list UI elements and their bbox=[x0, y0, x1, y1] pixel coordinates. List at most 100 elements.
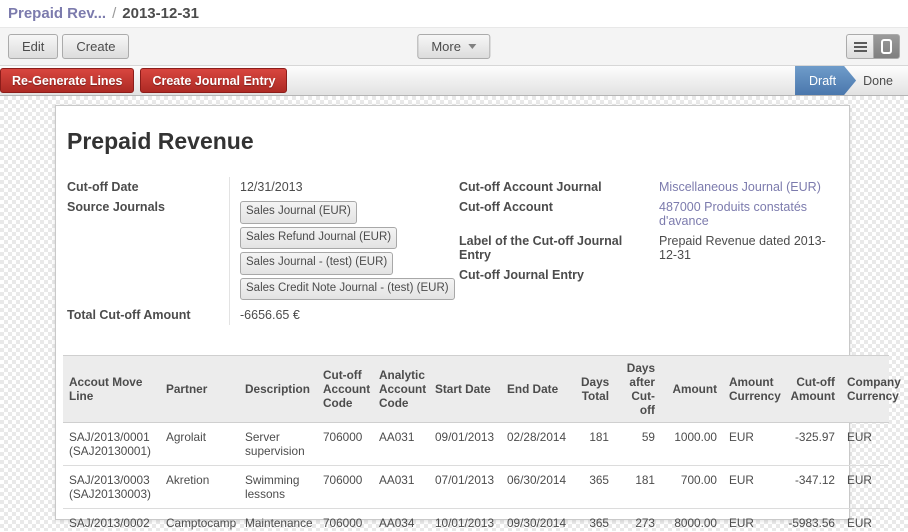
field-group-left: Cut-off Date 12/31/2013 Source Journals … bbox=[67, 177, 459, 325]
column-header[interactable]: Amount bbox=[661, 356, 723, 423]
table-cell: 06/30/2014 bbox=[501, 466, 575, 509]
table-cell: EUR bbox=[723, 423, 781, 466]
page-title: Prepaid Revenue bbox=[67, 128, 849, 155]
table-cell: SAJ/2013/0001 (SAJ20130001) bbox=[63, 423, 160, 466]
table-cell: Camptocamp bbox=[160, 509, 239, 532]
field-source-journals: Source Journals Sales Journal (EUR)Sales… bbox=[67, 197, 459, 305]
more-dropdown-button[interactable]: More bbox=[417, 34, 490, 59]
breadcrumb-current: 2013-12-31 bbox=[122, 5, 199, 22]
journal-tag: Sales Journal - (test) (EUR) bbox=[240, 252, 393, 275]
table-cell: 07/01/2013 bbox=[429, 466, 501, 509]
field-label: Cut-off Account Journal bbox=[459, 177, 659, 197]
field-label: Cut-off Account bbox=[459, 197, 659, 231]
field-label: Label of the Cut-off Journal Entry bbox=[459, 231, 659, 265]
table-cell: 181 bbox=[615, 466, 661, 509]
breadcrumb: Prepaid Rev... / 2013-12-31 bbox=[0, 0, 908, 27]
table-header-row: Accout Move LinePartnerDescriptionCut-of… bbox=[63, 356, 889, 423]
table-row[interactable]: SAJ/2013/0003 (SAJ20130003)AkretionSwimm… bbox=[63, 466, 889, 509]
state-draft: Draft bbox=[795, 66, 856, 95]
table-cell: Server supervision bbox=[239, 423, 317, 466]
field-group-right: Cut-off Account Journal Miscellaneous Jo… bbox=[459, 177, 839, 325]
table-cell: -325.97 bbox=[781, 423, 841, 466]
column-header[interactable]: End Date bbox=[501, 356, 575, 423]
list-view-button[interactable] bbox=[846, 34, 873, 59]
state-indicator: Draft Done bbox=[795, 66, 908, 95]
table-cell: 365 bbox=[575, 509, 615, 532]
field-journal-entry-label: Label of the Cut-off Journal Entry Prepa… bbox=[459, 231, 839, 265]
more-dropdown-label: More bbox=[431, 39, 461, 54]
cutoff-account-link[interactable]: 487000 Produits constatés d'avance bbox=[659, 197, 837, 231]
breadcrumb-separator: / bbox=[112, 5, 116, 22]
column-header[interactable]: Accout Move Line bbox=[63, 356, 160, 423]
table-cell: 8000.00 bbox=[661, 509, 723, 532]
column-header[interactable]: Company Currency bbox=[841, 356, 889, 423]
content-area: Prepaid Revenue Cut-off Date 12/31/2013 … bbox=[0, 96, 908, 531]
column-header[interactable]: Description bbox=[239, 356, 317, 423]
table-cell: 181 bbox=[575, 423, 615, 466]
table-cell: -5983.56 bbox=[781, 509, 841, 532]
field-value: Prepaid Revenue dated 2013-12-31 bbox=[659, 231, 837, 265]
journal-tag: Sales Refund Journal (EUR) bbox=[240, 227, 397, 250]
source-journals-tags: Sales Journal (EUR) Sales Refund Journal … bbox=[229, 197, 459, 305]
table-cell: AA031 bbox=[373, 466, 429, 509]
column-header[interactable]: Partner bbox=[160, 356, 239, 423]
cutoff-lines-table: Accout Move LinePartnerDescriptionCut-of… bbox=[63, 355, 889, 532]
field-total-cutoff-amount: Total Cut-off Amount -6656.65 € bbox=[67, 305, 459, 325]
table-row[interactable]: SAJ/2013/0001 (SAJ20130001)AgrolaitServe… bbox=[63, 423, 889, 466]
field-cutoff-date: Cut-off Date 12/31/2013 bbox=[67, 177, 459, 197]
state-done: Done bbox=[856, 66, 908, 95]
column-header[interactable]: Start Date bbox=[429, 356, 501, 423]
table-cell: -347.12 bbox=[781, 466, 841, 509]
field-label: Total Cut-off Amount bbox=[67, 305, 229, 325]
column-header[interactable]: Analytic Account Code bbox=[373, 356, 429, 423]
table-cell: 02/28/2014 bbox=[501, 423, 575, 466]
table-cell: EUR bbox=[723, 466, 781, 509]
table-cell: EUR bbox=[841, 423, 889, 466]
field-label: Source Journals bbox=[67, 197, 229, 305]
create-button[interactable]: Create bbox=[62, 34, 129, 59]
cutoff-account-journal-link[interactable]: Miscellaneous Journal (EUR) bbox=[659, 177, 821, 197]
view-switcher bbox=[846, 34, 900, 59]
regenerate-lines-button[interactable]: Re-Generate Lines bbox=[0, 68, 134, 93]
create-journal-entry-button[interactable]: Create Journal Entry bbox=[140, 68, 287, 93]
table-cell: EUR bbox=[841, 509, 889, 532]
table-cell: EUR bbox=[841, 466, 889, 509]
table-cell: EUR bbox=[723, 509, 781, 532]
table-cell: 09/30/2014 bbox=[501, 509, 575, 532]
table-body: SAJ/2013/0001 (SAJ20130001)AgrolaitServe… bbox=[63, 423, 889, 532]
breadcrumb-parent-link[interactable]: Prepaid Rev... bbox=[8, 5, 106, 22]
form-icon bbox=[881, 39, 892, 54]
column-header[interactable]: Amount Currency bbox=[723, 356, 781, 423]
table-cell: AA031 bbox=[373, 423, 429, 466]
table-cell: 700.00 bbox=[661, 466, 723, 509]
field-cutoff-account-journal: Cut-off Account Journal Miscellaneous Jo… bbox=[459, 177, 839, 197]
table-cell: 365 bbox=[575, 466, 615, 509]
table-cell: 706000 bbox=[317, 509, 373, 532]
table-cell: Agrolait bbox=[160, 423, 239, 466]
table-cell: Swimming lessons bbox=[239, 466, 317, 509]
table-cell: 706000 bbox=[317, 466, 373, 509]
column-header[interactable]: Days after Cut-off bbox=[615, 356, 661, 423]
app-window: Prepaid Rev... / 2013-12-31 Edit Create … bbox=[0, 0, 908, 532]
field-value: 12/31/2013 bbox=[229, 177, 303, 197]
chevron-down-icon bbox=[468, 44, 476, 49]
field-value: -6656.65 € bbox=[229, 305, 300, 325]
table-cell: AA034 bbox=[373, 509, 429, 532]
table-cell: 706000 bbox=[317, 423, 373, 466]
journal-tag: Sales Credit Note Journal - (test) (EUR) bbox=[240, 278, 455, 301]
table-cell: SAJ/2013/0002 (SAJ20130002) bbox=[63, 509, 160, 532]
column-header[interactable]: Cut-off Account Code bbox=[317, 356, 373, 423]
table-row[interactable]: SAJ/2013/0002 (SAJ20130002)CamptocampMai… bbox=[63, 509, 889, 532]
journal-tag: Sales Journal (EUR) bbox=[240, 201, 357, 224]
edit-button[interactable]: Edit bbox=[8, 34, 58, 59]
column-header[interactable]: Days Total bbox=[575, 356, 615, 423]
list-icon bbox=[854, 42, 867, 52]
field-cutoff-account: Cut-off Account 487000 Produits constaté… bbox=[459, 197, 839, 231]
column-header[interactable]: Cut-off Amount bbox=[781, 356, 841, 423]
field-label: Cut-off Date bbox=[67, 177, 229, 197]
toolbar: Edit Create More bbox=[0, 27, 908, 65]
form-view-button[interactable] bbox=[873, 34, 900, 59]
table-cell: 59 bbox=[615, 423, 661, 466]
table-cell: 10/01/2013 bbox=[429, 509, 501, 532]
form-sheet: Prepaid Revenue Cut-off Date 12/31/2013 … bbox=[55, 105, 850, 520]
